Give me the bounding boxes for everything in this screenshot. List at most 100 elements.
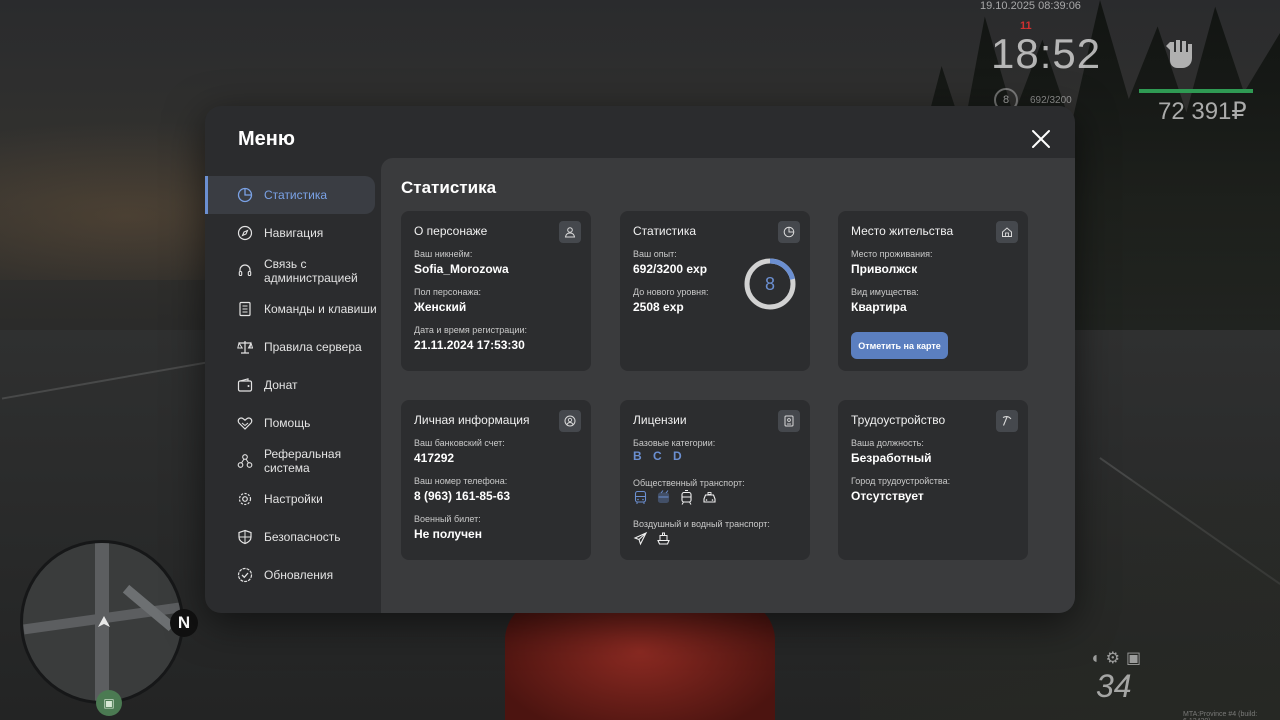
character-card: О персонаже Ваш никнейм: Sofia_Morozowa … bbox=[401, 211, 591, 371]
user-circle-icon bbox=[559, 410, 581, 432]
residence-card: Место жительства Место проживания: Приво… bbox=[838, 211, 1028, 371]
close-icon[interactable] bbox=[1029, 127, 1053, 151]
license-categories: B C D bbox=[633, 449, 689, 463]
menu-panel: Меню Статистика Навигация Связь с админи… bbox=[205, 106, 1075, 613]
user-icon bbox=[559, 221, 581, 243]
air-water-transport-icons bbox=[633, 531, 671, 546]
personal-info-card: Личная информация Ваш банковский счет: 4… bbox=[401, 400, 591, 560]
license-category: C bbox=[653, 449, 663, 463]
document-icon bbox=[239, 301, 251, 317]
gender-label: Пол персонажа: bbox=[414, 287, 482, 297]
air-water-transport-label: Воздушный и водный транспорт: bbox=[633, 519, 770, 529]
airplane-icon bbox=[633, 531, 648, 546]
compass-icon bbox=[237, 225, 253, 241]
sidebar-item-label: Статистика bbox=[264, 188, 328, 202]
exp-label: Ваш опыт: bbox=[633, 249, 677, 259]
north-indicator: N bbox=[170, 609, 198, 637]
position-label: Ваша должность: bbox=[851, 438, 924, 448]
sidebar-item-label: Команды и клавиши bbox=[264, 302, 377, 316]
sidebar-item-settings[interactable]: Настройки bbox=[205, 480, 381, 518]
card-title: Трудоустройство bbox=[851, 413, 946, 427]
headset-icon bbox=[238, 264, 252, 277]
sidebar-item-statistics[interactable]: Статистика bbox=[205, 176, 375, 214]
sidebar-nav: Статистика Навигация Связь с администрац… bbox=[205, 176, 381, 594]
pie-chart-icon bbox=[778, 221, 800, 243]
sidebar-item-security[interactable]: Безопасность bbox=[205, 518, 381, 556]
vehicle-status-icons: ◖⚙▣ bbox=[1090, 650, 1148, 667]
id-card-icon bbox=[778, 410, 800, 432]
work-city-value: Отсутствует bbox=[851, 489, 924, 503]
mark-on-map-button[interactable]: Отметить на карте bbox=[851, 332, 948, 359]
sidebar-item-updates[interactable]: Обновления bbox=[205, 556, 381, 594]
taxi-icon bbox=[703, 492, 716, 503]
level-number: 8 bbox=[764, 273, 775, 294]
public-transport-label: Общественный транспорт: bbox=[633, 478, 745, 488]
card-title: Личная информация bbox=[414, 413, 530, 427]
place-label: Место проживания: bbox=[851, 249, 933, 259]
bank-account-label: Ваш банковский счет: bbox=[414, 438, 505, 448]
health-bar bbox=[1139, 89, 1253, 93]
sidebar-item-donate[interactable]: Донат bbox=[205, 366, 381, 404]
sidebar-item-label: Настройки bbox=[264, 492, 323, 506]
next-level-label: До нового уровня: bbox=[633, 287, 709, 297]
hud-datetime: 19.10.2025 08:39:06 bbox=[980, 0, 1081, 12]
sidebar-item-admin-contact[interactable]: Связь с администрацией bbox=[205, 252, 381, 290]
content-title: Статистика bbox=[401, 178, 497, 197]
wallet-icon bbox=[237, 378, 253, 392]
shield-icon bbox=[238, 529, 252, 545]
license-category: D bbox=[673, 449, 683, 463]
bus-stop-map-icon: ▣ bbox=[96, 690, 122, 716]
bank-account-value: 417292 bbox=[414, 451, 455, 465]
player-arrow-icon bbox=[98, 616, 110, 627]
scales-icon bbox=[237, 341, 253, 354]
base-categories-label: Базовые категории: bbox=[633, 438, 716, 448]
phone-value: 8 (963) 161-85-63 bbox=[414, 489, 511, 503]
phone-label: Ваш номер телефона: bbox=[414, 476, 508, 486]
sidebar-item-navigation[interactable]: Навигация bbox=[205, 214, 381, 252]
minimap[interactable] bbox=[20, 540, 184, 704]
nickname-value: Sofia_Morozowa bbox=[414, 262, 509, 276]
home-icon bbox=[996, 221, 1018, 243]
card-title: Место жительства bbox=[851, 224, 954, 238]
card-title: О персонаже bbox=[414, 224, 488, 238]
sidebar-item-label: Помощь bbox=[264, 416, 311, 430]
sidebar-item-referral[interactable]: Реферальная система bbox=[205, 442, 381, 480]
employment-card: Трудоустройство Ваша должность: Безработ… bbox=[838, 400, 1028, 560]
position-value: Безработный bbox=[851, 451, 932, 465]
work-city-label: Город трудоустройства: bbox=[851, 476, 951, 486]
property-label: Вид имущества: bbox=[851, 287, 919, 297]
content-area: Статистика О персонаже Ваш никнейм: Sofi… bbox=[381, 158, 1075, 613]
licenses-card: Лицензии Базовые категории: B C D Общест… bbox=[620, 400, 810, 560]
sidebar-item-label: Навигация bbox=[264, 226, 324, 240]
sidebar-item-label: Правила сервера bbox=[264, 340, 362, 354]
sidebar-item-commands[interactable]: Команды и клавиши bbox=[205, 290, 381, 328]
bus-icon bbox=[634, 490, 647, 504]
exp-value: 692/3200 exp bbox=[633, 262, 708, 276]
sidebar-item-label: Реферальная система bbox=[264, 447, 342, 475]
build-info: MTA:Province #4 (build: 6.12420) bbox=[1183, 711, 1258, 720]
statistics-card: Статистика Ваш опыт: 692/3200 exp До нов… bbox=[620, 211, 810, 371]
boat-icon bbox=[657, 532, 670, 545]
place-value: Приволжск bbox=[851, 262, 918, 276]
military-id-label: Военный билет: bbox=[414, 514, 481, 524]
pie-chart-icon bbox=[237, 187, 253, 203]
trolleybus-icon bbox=[657, 490, 670, 504]
license-category: B bbox=[633, 449, 643, 463]
military-id-value: Не получен bbox=[414, 527, 482, 541]
sidebar-item-rules[interactable]: Правила сервера bbox=[205, 328, 381, 366]
menu-title: Меню bbox=[238, 128, 295, 150]
hud-clock: 18:52 bbox=[991, 30, 1102, 77]
hud-money: 72 391₽ bbox=[1158, 98, 1247, 125]
player-car bbox=[505, 600, 775, 720]
sidebar-item-label: Связь с администрацией bbox=[264, 257, 358, 285]
gear-icon bbox=[238, 492, 252, 506]
tram-icon bbox=[681, 490, 692, 505]
public-transport-icons bbox=[633, 490, 717, 505]
fist-icon bbox=[1166, 40, 1192, 68]
sidebar-item-help[interactable]: Помощь bbox=[205, 404, 381, 442]
gender-value: Женский bbox=[414, 300, 467, 314]
check-badge-icon bbox=[237, 567, 253, 583]
hud-exp: 692/3200 bbox=[1030, 95, 1072, 106]
registration-value: 21.11.2024 17:53:30 bbox=[414, 338, 525, 352]
handshake-icon bbox=[237, 417, 253, 430]
